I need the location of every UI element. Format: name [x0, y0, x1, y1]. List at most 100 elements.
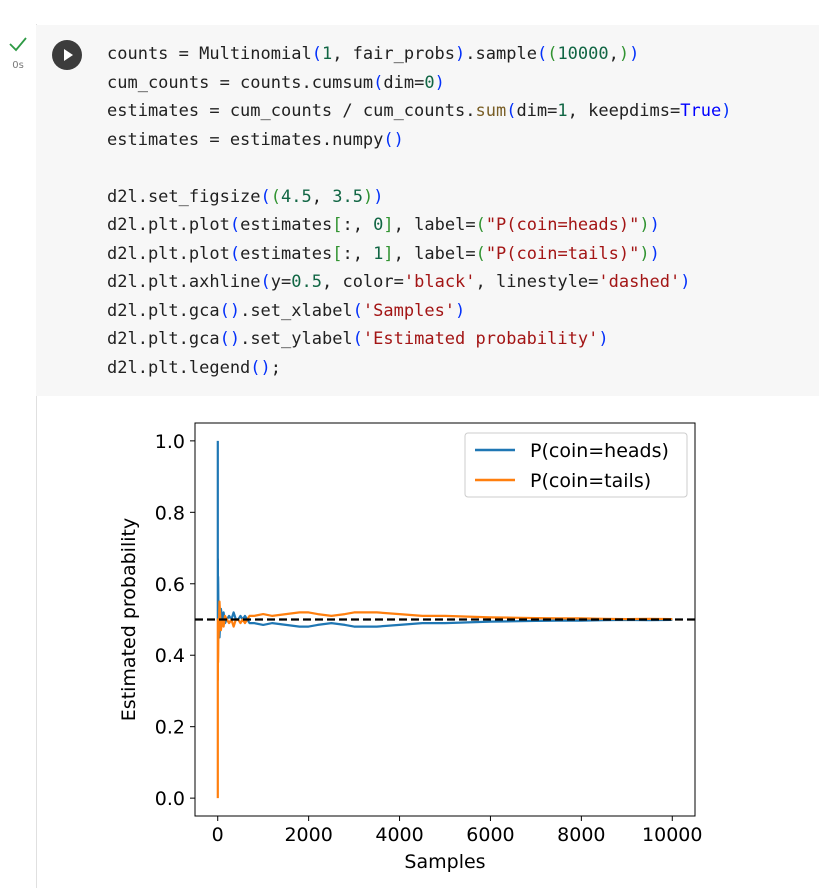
- code-token: ,: [608, 44, 619, 64]
- code-token: (: [229, 215, 241, 235]
- y-tick-label: 0.2: [155, 717, 185, 739]
- y-tick-label: 0.0: [155, 788, 185, 810]
- code-token: estimates = cum_counts / cum_counts.: [107, 101, 476, 121]
- code-token: ;: [270, 357, 282, 378]
- code-token: ): [373, 186, 384, 207]
- code-token: d2l.set_figsize: [107, 186, 261, 207]
- code-token: (): [219, 300, 241, 321]
- cell-gutter: [0, 0, 36, 888]
- code-cell-left-area[interactable]: [36, 25, 96, 396]
- code-token: .set_ylabel: [240, 329, 353, 349]
- code-token: cum_counts = counts.cumsum: [107, 72, 374, 93]
- code-token: , fair_probs: [332, 44, 456, 64]
- code-token: .sample: [465, 44, 537, 64]
- y-axis-label: Estimated probability: [118, 518, 140, 721]
- code-token: (): [219, 329, 241, 349]
- code-token: .set_xlabel: [240, 300, 353, 321]
- code-token: 'black': [403, 272, 476, 292]
- run-cell-button[interactable]: [52, 40, 82, 70]
- code-token: d2l.plt.legend: [107, 357, 251, 378]
- code-token: dim=: [383, 72, 425, 93]
- code-token: ): [649, 215, 660, 235]
- code-token: ]: [383, 243, 394, 264]
- code-token: ): [362, 186, 374, 207]
- code-token: 4.5: [281, 186, 312, 207]
- code-editor[interactable]: counts = Multinomial (1 , fair_probs) .samp…: [107, 40, 731, 382]
- code-token: [: [332, 243, 343, 264]
- code-token: 10000: [557, 44, 609, 64]
- code-line: estimates = estimates.numpy(): [107, 126, 731, 155]
- code-token: d2l.plt.gca: [107, 329, 220, 349]
- code-token: ): [434, 72, 445, 93]
- code-token: 1: [557, 101, 568, 121]
- y-tick-label: 1.0: [155, 431, 185, 453]
- code-token: 0.5: [291, 272, 322, 292]
- code-token: (: [229, 243, 241, 264]
- code-token: (: [475, 215, 486, 235]
- code-line: d2l.plt.axhline(y=0.5, color='black', li…: [107, 268, 731, 297]
- line-chart: 0 2000 4000 6000 8000 10000 0.0 0.2 0.4 0.6 0.8 1.0…: [118, 422, 702, 873]
- code-token: , label=: [393, 243, 476, 264]
- code-token: ): [598, 329, 609, 349]
- code-token: dim=: [516, 101, 558, 121]
- legend: P(coin=heads) P(coin=tails): [464, 432, 688, 498]
- code-token: True: [680, 101, 722, 121]
- code-token: counts = Multinomial: [107, 44, 312, 64]
- code-token: 0: [424, 72, 435, 93]
- execution-time: 0s: [12, 60, 24, 71]
- x-axis-label: Samples: [404, 851, 485, 873]
- code-token: (: [536, 44, 548, 64]
- code-token: d2l.plt.gca: [107, 300, 220, 321]
- code-token: (: [270, 186, 282, 207]
- code-token: , label=: [393, 215, 476, 235]
- x-tick-label: 8000: [557, 824, 605, 846]
- code-token: ): [721, 101, 732, 121]
- code-token: 'dashed': [598, 272, 681, 292]
- y-tick-label: 0.6: [155, 574, 185, 596]
- code-token: (: [260, 272, 271, 292]
- code-line: cum_counts = counts.cumsum(dim=0): [107, 69, 731, 98]
- code-token: , color=: [321, 272, 404, 292]
- code-token: d2l.plt.plot: [107, 215, 230, 235]
- code-token: (: [506, 101, 517, 121]
- code-token: ): [618, 44, 630, 64]
- code-token: 1: [373, 243, 384, 264]
- code-token: d2l.plt.plot: [107, 243, 230, 264]
- code-line: d2l.plt.gca().set_xlabel('Samples'): [107, 297, 731, 326]
- code-token: 'Samples': [362, 300, 456, 321]
- x-tick-label: 2000: [284, 824, 332, 846]
- x-tick-label: 0: [212, 824, 224, 846]
- code-token: estimates: [240, 215, 333, 235]
- code-token: "P(coin=heads)": [485, 215, 640, 235]
- code-token: 3.5: [332, 186, 363, 207]
- x-tick-label: 10000: [642, 824, 702, 846]
- code-line: counts = Multinomial(1, fair_probs).samp…: [107, 40, 731, 69]
- code-token: ): [455, 300, 466, 321]
- y-tick-label: 0.4: [155, 645, 185, 667]
- x-tick-label: 6000: [466, 824, 514, 846]
- code-line: d2l.set_figsize((4.5, 3.5)): [107, 183, 731, 212]
- code-token: (: [373, 72, 384, 93]
- check-icon: [9, 37, 27, 52]
- code-token: 'Estimated probability': [362, 329, 599, 349]
- code-token: ): [649, 243, 660, 264]
- code-line: d2l.plt.plot(estimates[:, 0], label=("P(…: [107, 211, 731, 240]
- code-token: [: [332, 215, 343, 235]
- code-token: y=: [270, 272, 292, 292]
- code-token: (: [547, 44, 558, 64]
- y-tick-label: 0.8: [155, 502, 185, 524]
- code-token: , keepdims=: [567, 101, 681, 121]
- code-token: (: [260, 186, 271, 207]
- code-token: (: [352, 300, 363, 321]
- code-token: "P(coin=tails)": [485, 243, 640, 264]
- code-token: 0: [373, 215, 384, 235]
- cell-output: 0 2000 4000 6000 8000 10000 0.0 0.2 0.4 0.6 0.8 1.0…: [37, 396, 819, 888]
- code-token: (: [352, 329, 363, 349]
- code-line: estimates = cum_counts / cum_counts.sum(…: [107, 97, 731, 126]
- code-token: estimates: [240, 243, 333, 264]
- code-token: (): [250, 357, 271, 378]
- code-token: :,: [342, 243, 374, 264]
- legend-label: P(coin=heads): [530, 440, 669, 462]
- code-token: ): [639, 243, 650, 264]
